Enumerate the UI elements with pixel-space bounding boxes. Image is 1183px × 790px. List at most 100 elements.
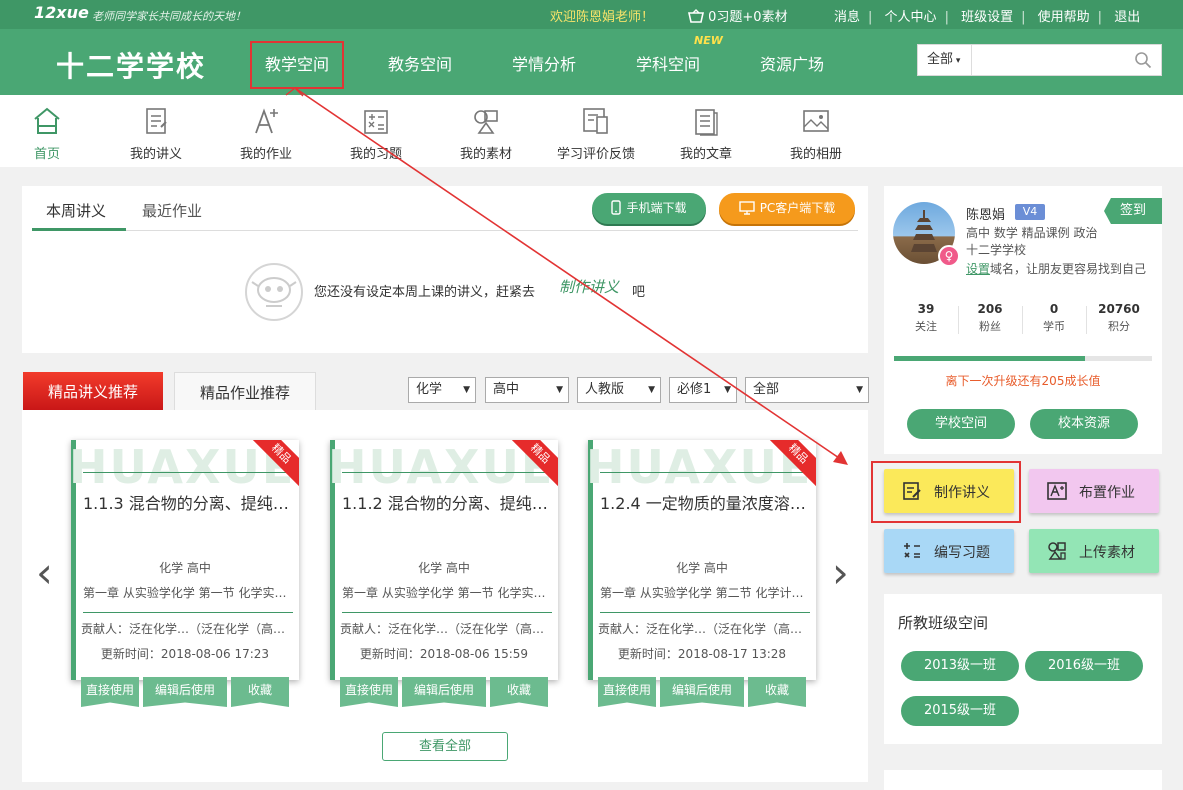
subnav-my-articles[interactable]: 我的文章 xyxy=(656,105,756,162)
edit-then-use-button[interactable]: 编辑后使用 xyxy=(402,677,486,707)
handout-updated: 更新时间：2018-08-06 15:59 xyxy=(359,647,529,661)
signin-button[interactable]: 签到 xyxy=(1104,198,1162,224)
profile-name[interactable]: 陈恩娟 xyxy=(966,204,1005,223)
divider xyxy=(342,612,552,613)
school-space-button[interactable]: 学校空间 xyxy=(907,409,1015,439)
tab-featured-handouts[interactable]: 精品讲义推荐 xyxy=(23,372,163,410)
carousel-next-icon[interactable]: › xyxy=(832,548,849,597)
edit-then-use-button[interactable]: 编辑后使用 xyxy=(660,677,744,707)
tab-weekly-handout[interactable]: 本周讲义 xyxy=(46,200,106,221)
filter-edition-select[interactable]: 人教版 ▼ xyxy=(577,377,661,403)
basket-count: 0习题+0素材 xyxy=(708,10,788,25)
domain-hint-text: 域名，让朋友更容易找到自己 xyxy=(990,262,1147,276)
carousel-prev-icon[interactable]: ‹ xyxy=(36,548,53,597)
subnav-label: 我的习题 xyxy=(349,147,402,162)
active-tab-underline xyxy=(32,228,126,231)
monitor-icon xyxy=(738,201,755,215)
subnav-home[interactable]: 首页 xyxy=(0,105,97,162)
filter-chapter-select[interactable]: 全部 ▼ xyxy=(745,377,869,403)
class-2016-1-button[interactable]: 2016级一班 xyxy=(1025,651,1143,681)
stat-number: 39 xyxy=(917,302,935,316)
search-input[interactable] xyxy=(974,48,1124,72)
tab-featured-homework[interactable]: 精品作业推荐 xyxy=(174,372,316,410)
messages-link[interactable]: 消息 xyxy=(834,10,860,25)
nav-admin-space[interactable]: 教务空间 xyxy=(388,51,452,75)
filter-value: 化学 xyxy=(416,382,443,397)
handout-chapter: 第一章 从实验学化学 第一节 化学实验基本方法 xyxy=(83,586,293,600)
subnav-my-album[interactable]: 我的相册 xyxy=(766,105,866,162)
mobile-download-button[interactable]: 手机端下载 xyxy=(592,193,706,224)
search-icon[interactable] xyxy=(1134,51,1152,69)
nav-teaching-space[interactable]: 教学空间 xyxy=(250,41,344,89)
domain-settings-link[interactable]: 设置 xyxy=(966,262,990,276)
level-text: 离下一次升级还有205成长值 xyxy=(945,374,1101,388)
handout-title[interactable]: 1.1.3 混合物的分离、提纯（第三课时） xyxy=(83,490,293,514)
subnav-evaluation-feedback[interactable]: 学习评价反馈 xyxy=(546,105,646,162)
filter-level-select[interactable]: 高中 ▼ xyxy=(485,377,569,403)
filter-book-select[interactable]: 必修1 ▼ xyxy=(669,377,737,403)
stat-fans[interactable]: 206 粉丝 xyxy=(958,302,1022,334)
subnav-my-handouts[interactable]: 我的讲义 xyxy=(106,105,206,162)
stat-number: 0 xyxy=(1049,302,1059,316)
search-scope-select[interactable]: 全部 ▾ xyxy=(918,45,972,75)
handout-contributor: 贡献人：泛在化学…（泛在化学（高中）） xyxy=(340,622,554,636)
search-scope-value: 全部 xyxy=(927,52,954,67)
pc-download-button[interactable]: PC客户端下载 xyxy=(719,193,855,224)
pc-download-label: PC客户端下载 xyxy=(759,201,836,215)
subnav-my-homework[interactable]: 我的作业 xyxy=(216,105,316,162)
main-nav: 十二学学校 教学空间 教务空间 学情分析 学科空间 NEW 资源广场 全部 ▾ xyxy=(0,29,1183,95)
nav-subject-space[interactable]: 学科空间 xyxy=(636,51,700,75)
use-directly-button[interactable]: 直接使用 xyxy=(598,677,656,707)
use-directly-button[interactable]: 直接使用 xyxy=(340,677,398,707)
logout-link[interactable]: 退出 xyxy=(1114,10,1140,25)
filter-subject-select[interactable]: 化学 ▼ xyxy=(408,377,476,403)
tab-divider xyxy=(32,230,858,231)
site-slogan: 老师同学家长共同成长的天地！ xyxy=(92,10,246,23)
class-2015-1-button[interactable]: 2015级一班 xyxy=(901,696,1019,726)
top-bar: 12xue 老师同学家长共同成长的天地！ 欢迎陈恩娟老师！ 0习题+0素材 消息… xyxy=(0,0,1183,29)
view-all-button[interactable]: 查看全部 xyxy=(382,732,508,761)
handout-card[interactable]: HUAXUE 1.1.3 混合物的分离、提纯（第三课时） 化学 高中 第一章 从… xyxy=(71,440,299,680)
handout-card[interactable]: HUAXUE 1.1.2 混合物的分离、提纯（第二课时） 化学 高中 第一章 从… xyxy=(330,440,558,680)
new-badge: NEW xyxy=(694,34,723,47)
stat-following[interactable]: 39 关注 xyxy=(894,302,958,334)
divider xyxy=(600,612,810,613)
female-icon: ♀ xyxy=(938,245,960,267)
subnav-my-materials[interactable]: 我的素材 xyxy=(436,105,536,162)
stat-coins[interactable]: 0 学币 xyxy=(1022,302,1086,334)
handout-title[interactable]: 1.2.4 一定物质的量浓度溶液的配制 xyxy=(600,490,810,514)
school-resource-button[interactable]: 校本资源 xyxy=(1030,409,1138,439)
site-logo[interactable]: 12xue xyxy=(34,3,89,22)
favorite-button[interactable]: 收藏 xyxy=(490,677,548,707)
tab-recent-homework[interactable]: 最近作业 xyxy=(142,200,202,221)
assign-homework-button[interactable]: 布置作业 xyxy=(1029,469,1159,513)
handout-card[interactable]: HUAXUE 1.2.4 一定物质的量浓度溶液的配制 化学 高中 第一章 从实验… xyxy=(588,440,816,680)
edit-then-use-button[interactable]: 编辑后使用 xyxy=(143,677,227,707)
subnav-label: 我的素材 xyxy=(459,147,512,162)
home-icon xyxy=(34,107,60,134)
handout-title[interactable]: 1.1.2 混合物的分离、提纯（第二课时） xyxy=(342,490,552,514)
make-handout-link[interactable]: 制作讲义 xyxy=(559,276,619,297)
handout-contributor: 贡献人：泛在化学…（泛在化学（高中）） xyxy=(598,622,812,636)
filter-value: 人教版 xyxy=(585,382,625,397)
class-2013-1-button[interactable]: 2013级一班 xyxy=(901,651,1019,681)
nav-learning-analysis[interactable]: 学情分析 xyxy=(512,51,576,75)
favorite-button[interactable]: 收藏 xyxy=(748,677,806,707)
letter-a-plus-icon xyxy=(1047,482,1067,500)
subnav-label: 我的文章 xyxy=(679,147,732,162)
use-directly-button[interactable]: 直接使用 xyxy=(81,677,139,707)
stat-label: 积分 xyxy=(1108,320,1130,333)
school-name[interactable]: 十二学学校 xyxy=(56,45,206,85)
basket-link[interactable]: 0习题+0素材 xyxy=(688,6,788,25)
write-exercise-button[interactable]: 编写习题 xyxy=(884,529,1014,573)
favorite-button[interactable]: 收藏 xyxy=(231,677,289,707)
nav-resource-square[interactable]: 资源广场 xyxy=(760,51,824,75)
upload-material-button[interactable]: 上传素材 xyxy=(1029,529,1159,573)
subnav-my-exercises[interactable]: 我的习题 xyxy=(326,105,426,162)
class-settings-link[interactable]: 班级设置 xyxy=(961,10,1013,25)
stat-points[interactable]: 20760 积分 xyxy=(1086,302,1152,334)
stat-number: 206 xyxy=(977,302,1003,316)
help-link[interactable]: 使用帮助 xyxy=(1038,10,1090,25)
personal-center-link[interactable]: 个人中心 xyxy=(885,10,937,25)
profile-stats: 39 关注 206 粉丝 0 学币 20760 积分 xyxy=(894,302,1152,338)
